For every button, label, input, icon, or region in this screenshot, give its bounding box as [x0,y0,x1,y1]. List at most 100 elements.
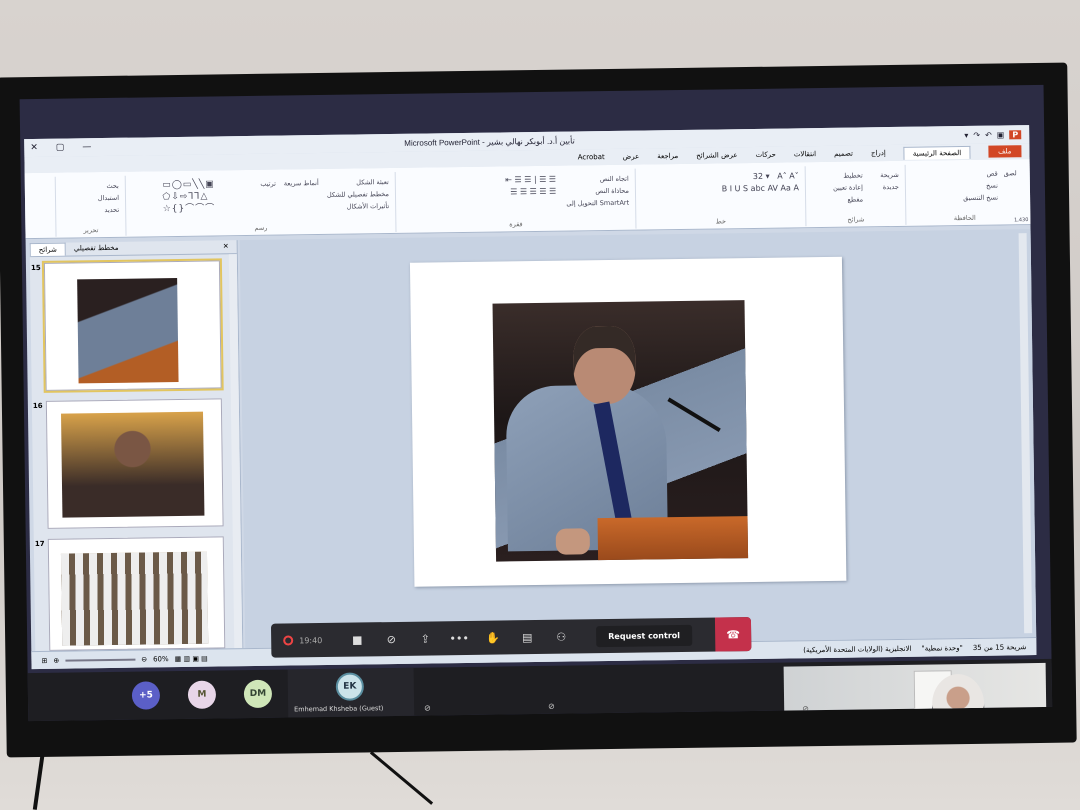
undo-icon[interactable]: ↶ [985,130,992,139]
group-label: الحافظة [953,213,976,223]
tab-home[interactable]: الصفحة الرئيسية [903,145,971,160]
zoom-out-icon[interactable]: ⊖ [141,655,147,663]
arrange-button[interactable]: ترتيب [260,178,276,214]
align-text-button[interactable]: محاذاة النص [566,185,629,198]
avatar[interactable]: M [187,680,217,709]
zoom-level[interactable]: 60% [153,655,169,663]
new-slide-button[interactable]: شريحة جديدة [869,169,899,205]
font-size-box[interactable]: 32 [753,172,763,181]
tab-review[interactable]: مراجعة [657,152,678,160]
maximize-icon[interactable]: ▢ [56,143,65,153]
tab-slideshow[interactable]: عرض الشرائح [696,151,737,160]
redo-icon[interactable]: ↷ [973,130,980,139]
group-clipboard: قص نسخ نسخ التنسيق لصق الحافظة [904,163,1024,225]
shape-effects-button[interactable]: تأثيرات الأشكال [327,200,389,213]
tab-acrobat[interactable]: Acrobat [578,153,605,161]
tab-slides-pane[interactable]: شرائح [29,242,66,257]
font-format-buttons[interactable]: B I U S abc AV Aa A [642,182,799,196]
hang-up-button[interactable]: ☎ [714,617,752,652]
zoom-slider[interactable] [65,658,136,662]
participant-video[interactable]: ⊘ [783,662,1047,722]
tab-outline-pane[interactable]: مخطط تفصيلي [66,242,127,256]
customize-icon[interactable]: ▾ [964,130,968,139]
minimize-icon[interactable]: — [82,142,91,152]
slide-thumbnail[interactable]: 16 [33,398,224,529]
slide-counter: شريحة 15 من 35 [972,642,1027,652]
current-slide[interactable] [409,256,847,587]
format-painter-button[interactable]: نسخ التنسيق [963,192,998,204]
photo-podium [597,516,749,561]
tab-view[interactable]: عرض [623,153,640,161]
tab-file[interactable]: ملف [988,145,1022,158]
raise-hand-icon[interactable]: ✋ [476,631,510,644]
slide-thumbnails-pane: شرائح مخطط تفصيلي ✕ 15 16 17 [29,240,244,652]
quick-styles-button[interactable]: أنماط سريعة [284,177,319,213]
canvas-scrollbar[interactable] [1018,233,1033,634]
camera-icon[interactable]: ■ [340,633,374,646]
request-control-button[interactable]: Request control [596,624,693,647]
share-icon[interactable]: ⇪ [408,632,442,645]
group-label: تحرير [83,226,99,235]
mic-off-icon: ⊘ [802,704,809,714]
zoom-in-icon[interactable]: ⊕ [53,656,59,664]
select-button[interactable]: تحديد [62,204,119,217]
paragraph-buttons[interactable]: ⇤ ☰ ☰ | ☰ ☰ ☰ ☰ ☰ ☰ ☰ [505,174,556,211]
shape-outline-button[interactable]: مخطط تفصيلي للشكل [327,188,389,201]
language[interactable]: الانجليزية (الولايات المتحدة الأمريكية) [803,644,911,654]
avatar: EK [335,672,365,701]
powerpoint-logo-icon: P [1009,129,1022,139]
fit-icon[interactable]: ⊞ [41,656,47,664]
participant-tile[interactable]: EK Emhemad Khsheba (Guest) [287,667,415,718]
text-direction-button[interactable]: اتجاه النص [566,173,629,186]
tab-design[interactable]: تصميم [834,150,853,158]
smartart-button[interactable]: التحويل إلى SmartArt [566,197,629,210]
thumbnail-tabs: شرائح مخطط تفصيلي ✕ [29,240,237,258]
tab-insert[interactable]: إدراج [871,149,886,157]
monitor: ✕ ▢ — Microsoft PowerPoint - تأبين أ.د. … [0,62,1077,758]
recording-icon [283,635,294,646]
group-font: 32 ▾ A˄ A˅ B I U S abc AV Aa A خط [634,166,806,229]
screen: ✕ ▢ — Microsoft PowerPoint - تأبين أ.د. … [19,84,1053,722]
copy-button[interactable]: نسخ [963,180,998,192]
reset-button[interactable]: إعادة تعيين [833,181,863,193]
quick-access-toolbar: ▾ ↷ ↶ ▣ P [964,129,1022,140]
zoom-controls: ⊞ ⊕ ⊖ 60% ▦ ▥ ▣ ▤ [41,654,207,664]
theme-name: "وحدة نمطية" [921,643,963,653]
replace-button[interactable]: استبدال [62,192,119,205]
shapes-gallery[interactable]: ▭◯▭╲╲▣ ⬠⇩⇨⅂⅂△ ☆{}⌒⌒⌒ [162,178,252,215]
chat-icon[interactable]: ▤ [510,630,544,644]
phone-icon: ☎ [726,627,741,641]
shape-fill-button[interactable]: تعبئة الشكل [327,176,389,189]
group-label: رسم [254,223,268,232]
tab-transitions[interactable]: انتقالات [794,150,816,158]
view-buttons[interactable]: ▦ ▥ ▣ ▤ [175,654,208,662]
photo-hand [555,528,591,555]
avatar-overflow[interactable]: +5 [131,681,161,710]
powerpoint-window: ✕ ▢ — Microsoft PowerPoint - تأبين أ.د. … [24,125,1037,670]
meeting-control-bar: 19:40 ■ ⊘ ⇪ ••• ✋ ▤ ⚇ Request control ☎ [270,617,752,658]
close-icon[interactable]: ✕ [215,240,237,253]
slide-photo [492,300,749,562]
participants-icon[interactable]: ⚇ [544,630,578,643]
window-title: Microsoft PowerPoint - تأبين أ.د. أبوبكر… [404,135,575,148]
cut-button[interactable]: قص [963,168,998,180]
mic-off-icon: ⊘ [424,703,431,713]
photo-head [572,325,636,405]
more-icon[interactable]: ••• [442,631,476,644]
tab-animations[interactable]: حركات [756,151,776,159]
paste-button[interactable]: لصق [1004,167,1018,203]
slide-number: 15 [30,263,41,273]
find-button[interactable]: بحث [62,180,119,193]
avatar[interactable]: DM [243,679,273,709]
save-icon[interactable]: ▣ [997,130,1005,139]
close-icon[interactable]: ✕ [30,143,38,153]
mic-off-icon[interactable]: ⊘ [374,632,408,645]
group-drawing: ▭◯▭╲╲▣ ⬠⇩⇨⅂⅂△ ☆{}⌒⌒⌒ ترتيب أنماط سريعة تعب… [124,171,396,236]
group-slides: تخطيط إعادة تعيين مقطع شريحة جديدة شرائح [804,164,906,227]
mic-off-icon: ⊘ [548,701,555,711]
slide-thumbnail[interactable]: 17 [35,536,226,651]
video-person [931,673,985,722]
slide-thumbnail[interactable]: 15 [31,258,224,393]
layout-button[interactable]: تخطيط [833,169,863,181]
section-button[interactable]: مقطع [833,193,863,205]
